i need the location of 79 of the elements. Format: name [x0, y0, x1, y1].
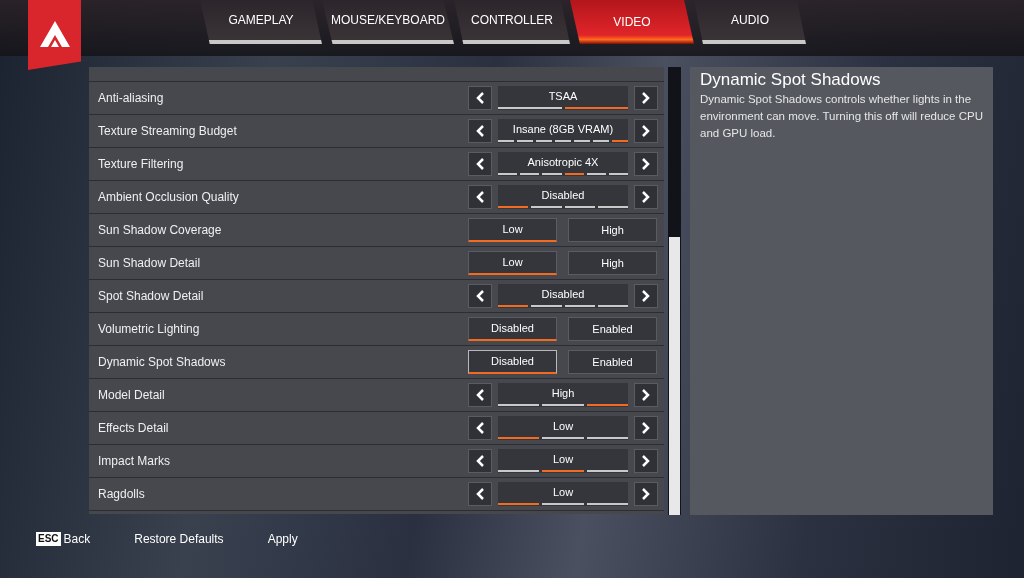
setting-label: Spot Shadow Detail [98, 288, 205, 305]
chevron-right-icon [642, 125, 650, 137]
tab[interactable]: MOUSE/KEYBOARD [322, 0, 454, 44]
setting-label: Sun Shadow Detail [98, 255, 202, 272]
chevron-left-icon [476, 125, 484, 137]
chevron-right-icon [642, 92, 650, 104]
chevron-right-icon [642, 488, 650, 500]
chevron-left-icon [476, 389, 484, 401]
value-display: Low [498, 449, 628, 473]
option-button[interactable]: Low [468, 251, 557, 275]
apply-button[interactable]: Apply [267, 530, 298, 548]
previous-button[interactable] [468, 383, 492, 407]
value-display: Low [498, 482, 628, 506]
previous-button[interactable] [468, 416, 492, 440]
chevron-right-icon [642, 191, 650, 203]
next-button[interactable] [634, 482, 658, 506]
tab[interactable]: GAMEPLAY [200, 0, 322, 44]
value-display: Disabled [498, 284, 628, 308]
option-button[interactable]: Enabled [568, 350, 657, 374]
restore-defaults-button[interactable]: Restore Defaults [134, 530, 224, 548]
option-button[interactable]: Low [468, 218, 557, 242]
chevron-right-icon [642, 290, 650, 302]
previous-button[interactable] [468, 482, 492, 506]
option-button[interactable]: Disabled [468, 350, 557, 374]
setting-label: Dynamic Spot Shadows [98, 354, 227, 371]
next-button[interactable] [634, 416, 658, 440]
next-button[interactable] [634, 119, 658, 143]
chevron-left-icon [476, 455, 484, 467]
chevron-right-icon [642, 422, 650, 434]
value-display: Anisotropic 4X [498, 152, 628, 176]
next-button[interactable] [634, 449, 658, 473]
setting-label: Texture Streaming Budget [98, 123, 238, 140]
chevron-left-icon [476, 488, 484, 500]
setting-label: Anti-aliasing [98, 90, 165, 107]
setting-label: Volumetric Lighting [98, 321, 201, 338]
chevron-right-icon [642, 158, 650, 170]
previous-button[interactable] [468, 86, 492, 110]
previous-button[interactable] [468, 152, 492, 176]
previous-button[interactable] [468, 284, 492, 308]
setting-label: Sun Shadow Coverage [98, 222, 223, 239]
tab[interactable]: VIDEO [570, 0, 694, 44]
chevron-right-icon [642, 455, 650, 467]
next-button[interactable] [634, 284, 658, 308]
esc-key: ESC [36, 532, 61, 546]
value-display: TSAA [498, 86, 628, 110]
scrollbar-thumb[interactable] [669, 237, 680, 515]
setting-label: Ragdolls [98, 486, 146, 503]
tab[interactable]: AUDIO [694, 0, 806, 44]
chevron-left-icon [476, 158, 484, 170]
next-button[interactable] [634, 383, 658, 407]
previous-button[interactable] [468, 185, 492, 209]
next-button[interactable] [634, 152, 658, 176]
logo-icon [39, 21, 70, 49]
option-button[interactable]: High [568, 218, 657, 242]
value-display: Low [498, 416, 628, 440]
chevron-right-icon [642, 389, 650, 401]
previous-button[interactable] [468, 449, 492, 473]
chevron-left-icon [476, 92, 484, 104]
option-button[interactable]: Disabled [468, 317, 557, 341]
setting-label: Effects Detail [98, 420, 170, 437]
setting-label: Model Detail [98, 387, 166, 404]
chevron-left-icon [476, 191, 484, 203]
tab[interactable]: CONTROLLER [454, 0, 570, 44]
value-display: High [498, 383, 628, 407]
setting-label: Ambient Occlusion Quality [98, 189, 240, 206]
setting-label: Impact Marks [98, 453, 171, 470]
description-title: Dynamic Spot Shadows [700, 69, 882, 91]
previous-button[interactable] [468, 119, 492, 143]
description-text: Dynamic Spot Shadows controls whether lights in the environment can move. Turning this off will reduce CPU and GPU load. [700, 92, 983, 141]
next-button[interactable] [634, 86, 658, 110]
chevron-left-icon [476, 290, 484, 302]
value-display: Insane (8GB VRAM) [498, 119, 628, 143]
option-button[interactable]: Enabled [568, 317, 657, 341]
value-display: Disabled [498, 185, 628, 209]
option-button[interactable]: High [568, 251, 657, 275]
setting-label: Texture Filtering [98, 156, 185, 173]
chevron-left-icon [476, 422, 484, 434]
back-button[interactable]: Back [63, 530, 91, 548]
next-button[interactable] [634, 185, 658, 209]
